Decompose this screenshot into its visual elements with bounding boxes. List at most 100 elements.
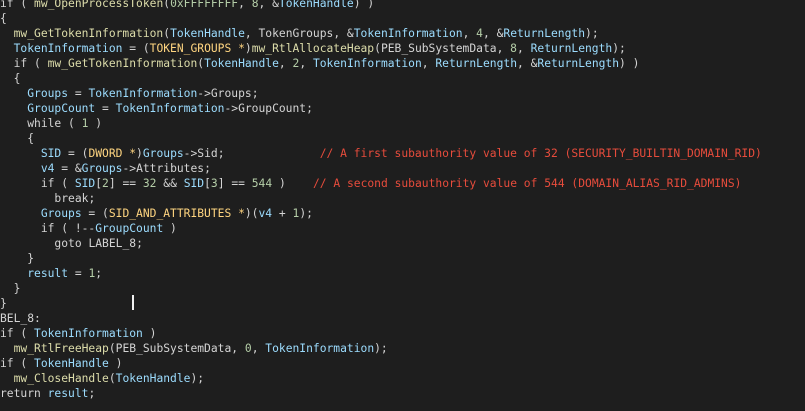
code-token: , & [333, 27, 354, 40]
code-token: mw_GetTokenInformation [47, 57, 198, 70]
code-line[interactable]: TokenInformation = (TOKEN_GROUPS *)mw_Rt… [0, 41, 762, 56]
code-token: ) [163, 222, 177, 235]
code-token: = ( [81, 207, 109, 220]
code-token: if [0, 327, 14, 340]
code-token: TokenInformation [115, 102, 225, 115]
code-token: if [13, 57, 28, 70]
code-token: -> [122, 162, 137, 175]
code-token: mw_RtlFreeHeap [13, 342, 109, 355]
code-line[interactable]: } [0, 296, 762, 311]
code-editor[interactable]: if ( mw_OpenProcessToken(0xFFFFFFFF, 8, … [0, 0, 805, 411]
code-token: { [0, 132, 35, 145]
code-token: = & [54, 162, 82, 175]
code-token: } [0, 297, 7, 310]
code-token: ) [244, 42, 252, 55]
code-token: TokenInformation [34, 327, 143, 340]
code-token: Attributes [136, 162, 205, 175]
code-line[interactable]: goto LABEL_8; [0, 236, 762, 251]
code-line[interactable]: mw_GetTokenInformation(TokenHandle, Toke… [0, 26, 762, 41]
code-token: [ [204, 177, 211, 190]
code-token: , & [517, 57, 538, 70]
code-token: result [47, 387, 89, 400]
code-token: DWORD * [88, 147, 137, 160]
code-line[interactable]: mw_RtlFreeHeap(PEB_SubSystemData, 0, Tok… [0, 341, 762, 356]
code-token: ); [374, 342, 388, 355]
code-view[interactable]: if ( mw_OpenProcessToken(0xFFFFFFFF, 8, … [0, 0, 762, 401]
code-token: TokenInformation [353, 27, 463, 40]
code-token: SID [40, 147, 62, 160]
code-line[interactable]: Groups = TokenInformation->Groups; [0, 86, 762, 101]
code-line[interactable]: if ( TokenHandle ) [0, 356, 762, 371]
code-line[interactable]: if ( !--GroupCount ) [0, 221, 762, 236]
code-token: Groups [81, 162, 123, 175]
code-token: )( [244, 207, 259, 220]
code-token: ) [272, 177, 313, 190]
code-token: mw_RtlAllocateHeap [251, 42, 375, 55]
code-line[interactable]: break; [0, 191, 762, 206]
code-token: 4 [476, 27, 483, 40]
code-token: , [516, 42, 531, 55]
code-line[interactable]: SID = (DWORD *)Groups->Sid; // A first s… [0, 146, 762, 161]
code-token: GroupCount [95, 222, 164, 235]
code-token: ( [13, 0, 35, 10]
code-line[interactable]: return result; [0, 386, 762, 401]
code-token: ; [217, 147, 320, 160]
code-token: v4 [258, 207, 273, 220]
code-token: ); [190, 372, 205, 385]
code-line[interactable]: mw_CloseHandle(TokenHandle); [0, 371, 762, 386]
code-line[interactable]: while ( 1 ) [0, 116, 762, 131]
code-line[interactable]: { [0, 131, 762, 146]
code-token: ( [61, 117, 82, 130]
code-token: if [0, 0, 14, 10]
code-line[interactable]: } [0, 251, 762, 266]
code-token: Groups [142, 147, 184, 160]
code-line[interactable]: if ( mw_GetTokenInformation(TokenHandle,… [0, 56, 762, 71]
code-token: ; [204, 162, 211, 175]
code-token: ; [251, 87, 259, 100]
code-token: ReturnLength [530, 42, 613, 55]
text-caret [132, 295, 134, 310]
code-token: TokenInformation [88, 87, 198, 100]
code-line[interactable]: Groups = (SID_AND_ATTRIBUTES *)(v4 + 1); [0, 206, 762, 221]
code-token: SID [183, 177, 205, 190]
code-token: , [244, 27, 259, 40]
code-token: 2 [102, 177, 109, 190]
code-token: mw_CloseHandle [13, 372, 109, 385]
code-token: -> [224, 102, 239, 115]
code-token: = [68, 267, 89, 280]
code-line[interactable]: if ( SID[2] == 32 && SID[3] == 544 ) // … [0, 176, 762, 191]
code-token: ( [54, 177, 75, 190]
code-token: while [27, 117, 62, 130]
code-token: TokenGroups [258, 27, 334, 40]
code-token: ( [13, 327, 35, 340]
code-line[interactable]: } [0, 281, 762, 296]
code-line[interactable]: if ( mw_OpenProcessToken(0xFFFFFFFF, 8, … [0, 0, 762, 11]
code-line[interactable]: { [0, 71, 762, 86]
code-token: , [421, 57, 436, 70]
code-token: , [496, 42, 511, 55]
code-token: = [95, 102, 116, 115]
code-token: TokenHandle [115, 372, 191, 385]
code-token: Sid [197, 147, 218, 160]
code-line[interactable]: result = 1; [0, 266, 762, 281]
code-token: Groups [40, 207, 82, 220]
code-line[interactable]: { [0, 11, 762, 26]
code-token: SID_AND_ATTRIBUTES * [108, 207, 245, 220]
code-token: ReturnLength [503, 27, 586, 40]
code-line[interactable]: GroupCount = TokenInformation->GroupCoun… [0, 101, 762, 116]
code-token: TokenInformation [13, 42, 123, 55]
code-token: TokenInformation [312, 57, 422, 70]
code-token: TokenHandle [204, 57, 279, 70]
code-token: ; [136, 237, 143, 250]
code-line[interactable]: BEL_8: [0, 311, 762, 326]
code-token: 3 [210, 177, 218, 190]
code-line[interactable]: if ( TokenInformation ) [0, 326, 762, 341]
code-token: // A first subauthority value of 32 (SEC… [319, 147, 762, 160]
code-line[interactable]: v4 = &Groups->Attributes; [0, 161, 762, 176]
